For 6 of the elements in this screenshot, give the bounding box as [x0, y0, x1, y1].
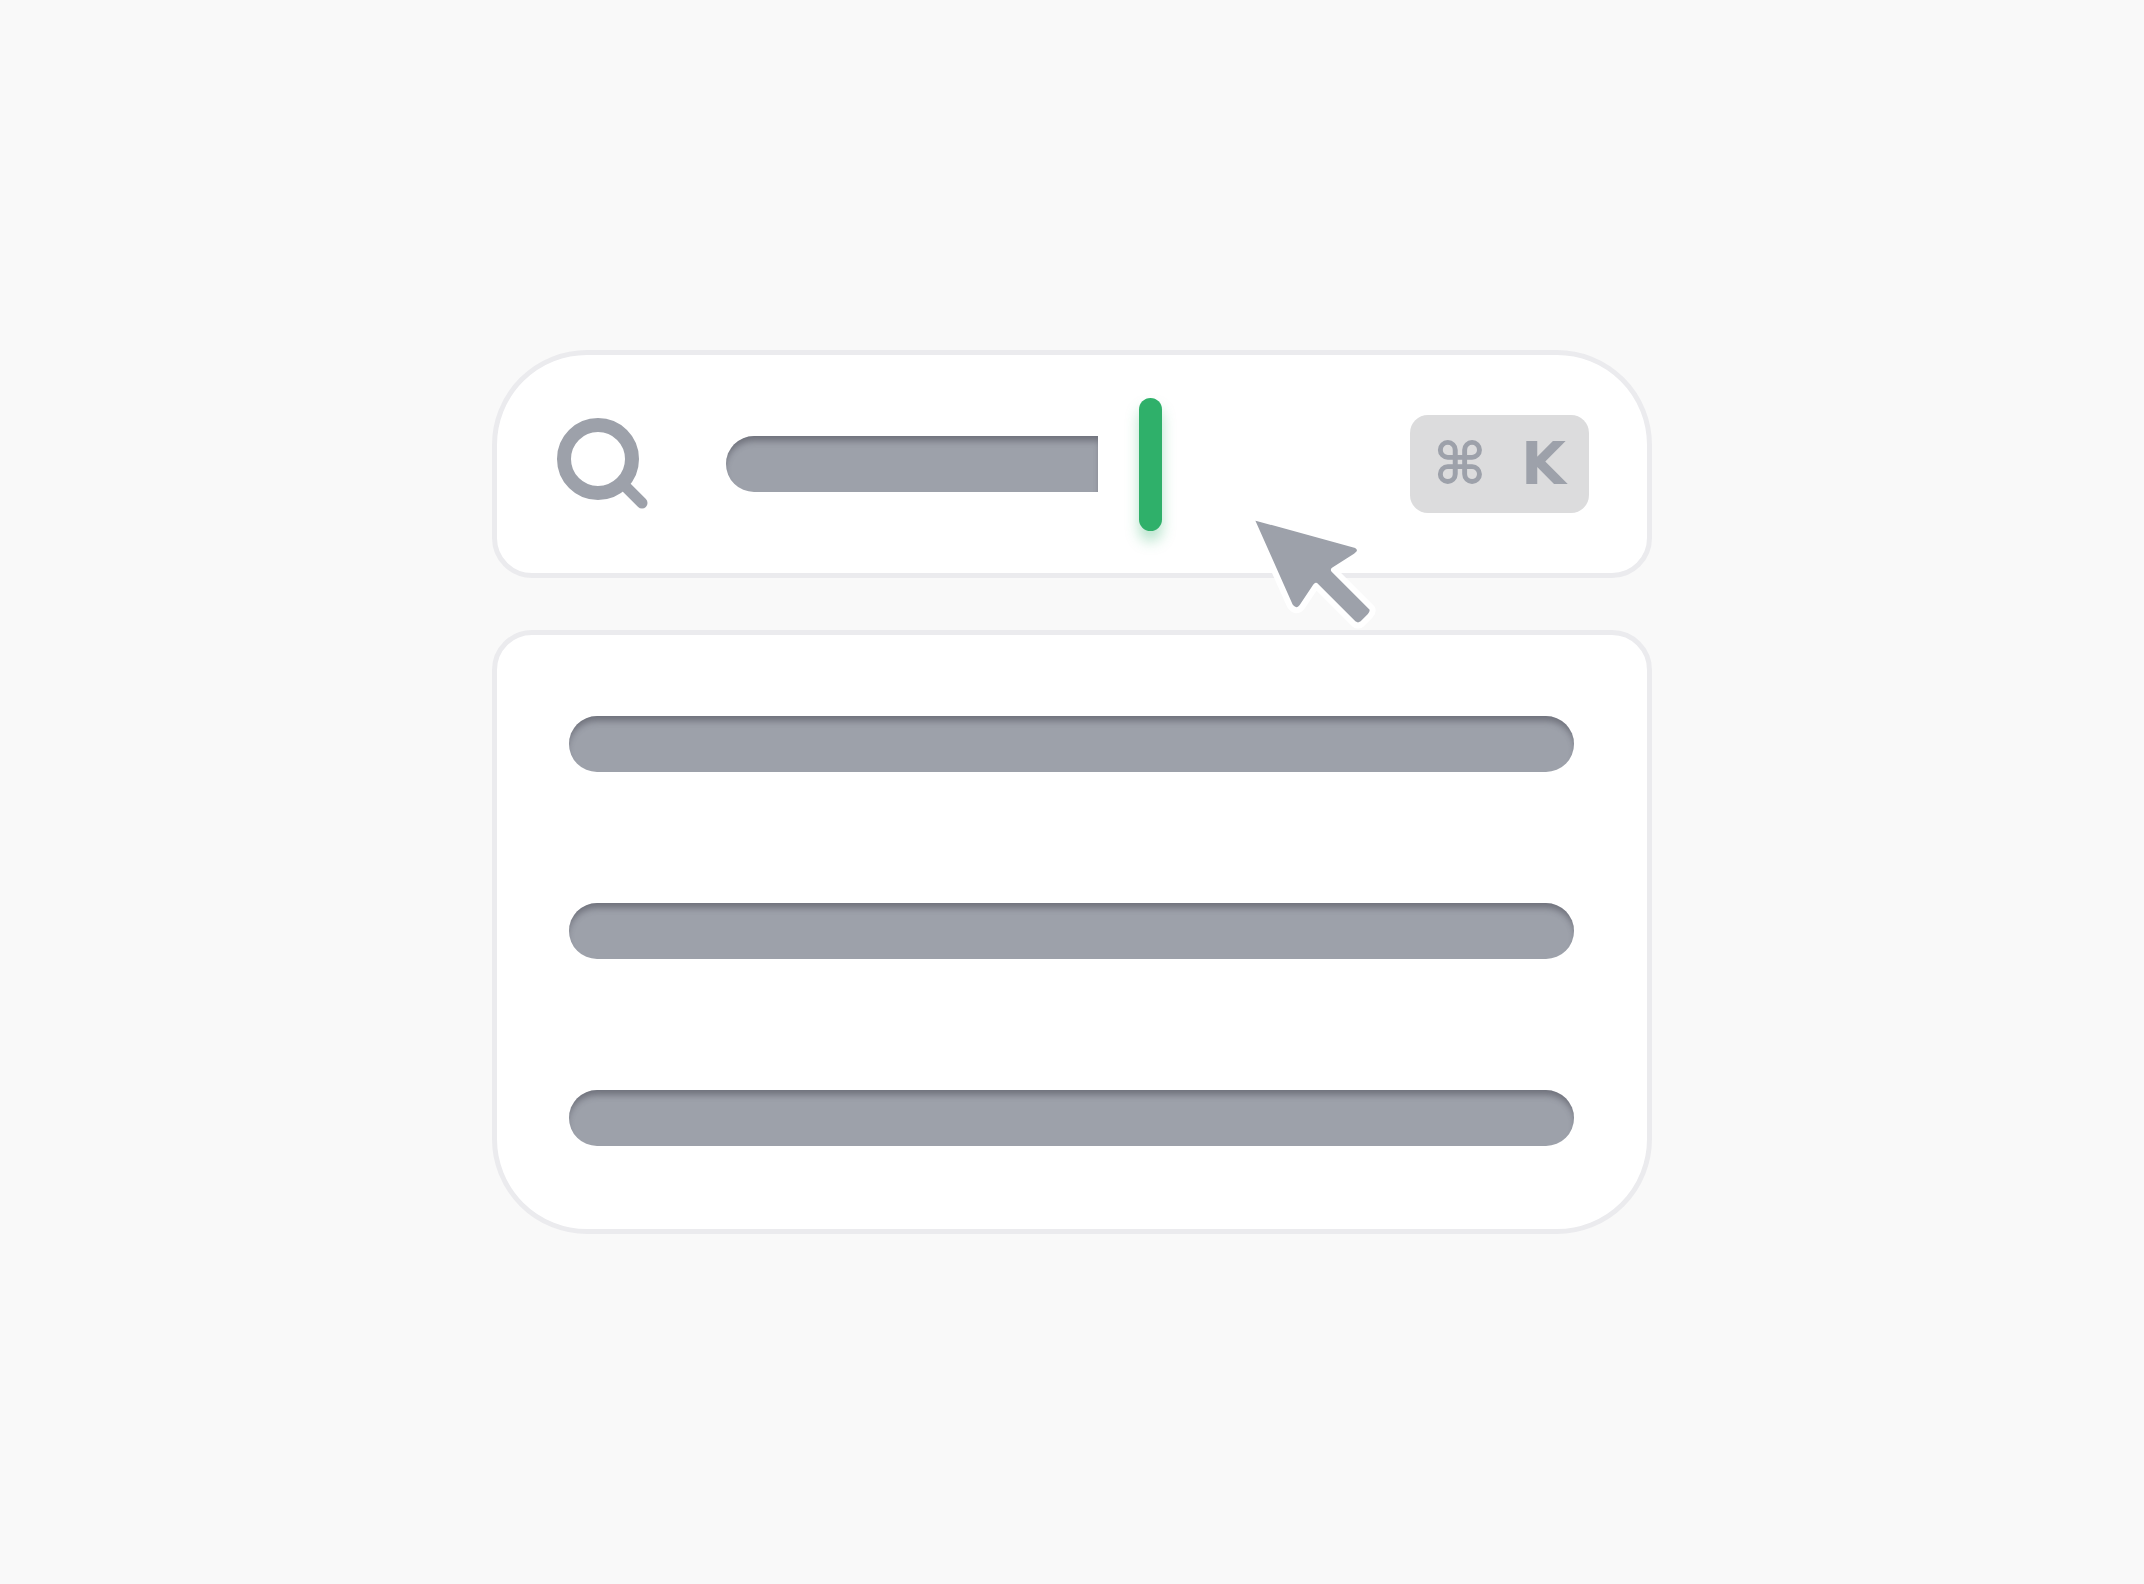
result-bar[interactable]	[569, 1090, 1574, 1146]
result-bar[interactable]	[569, 716, 1574, 772]
result-bar[interactable]	[569, 903, 1574, 959]
search-field[interactable]: ⌘ K	[492, 350, 1652, 578]
command-key: ⌘	[1433, 430, 1487, 498]
shortcut-key: K	[1520, 430, 1566, 498]
